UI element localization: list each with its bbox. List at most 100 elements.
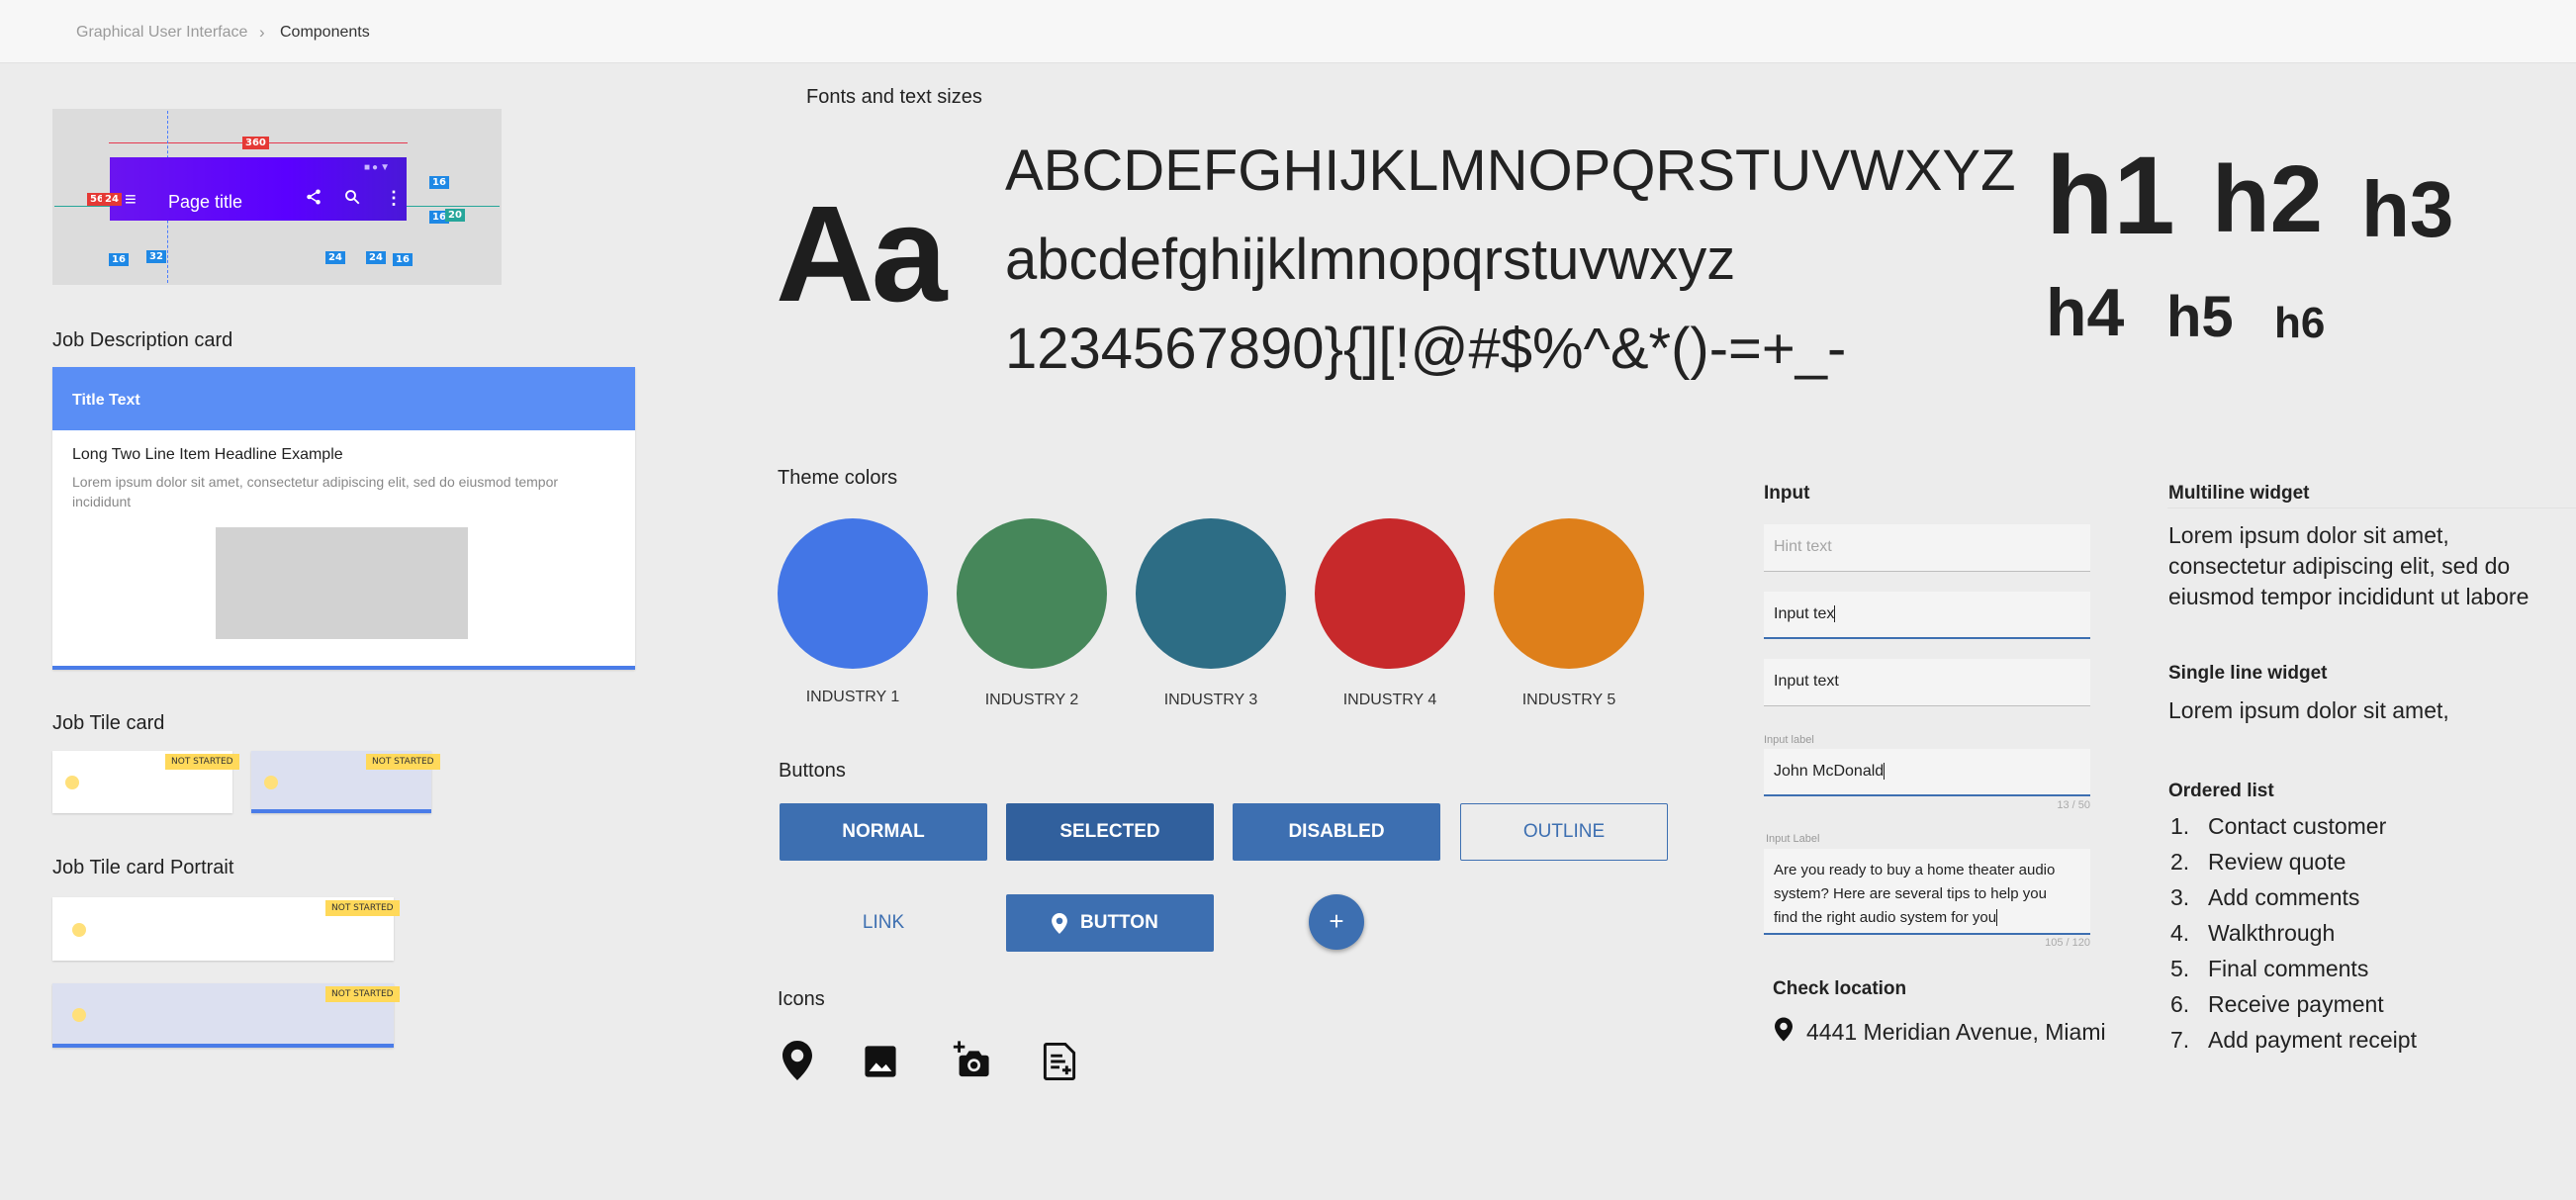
multiline-widget-line-2: consectetur adipiscing elit, sed do [2168, 553, 2511, 579]
spacing-16-tag: 16 [109, 253, 129, 266]
location-pin-icon [782, 1041, 812, 1080]
h3-sample: h3 [2361, 165, 2454, 253]
active-input-field[interactable]: Input tex [1764, 592, 2090, 639]
uppercase-sample: ABCDEFGHIJKLMNOPQRSTUVWXYZ [1005, 138, 2016, 203]
h4-sample: h4 [2046, 275, 2125, 350]
name-input-field[interactable]: John McDonald [1764, 749, 2090, 796]
industry-1-swatch [778, 518, 928, 669]
location-pin-icon [1052, 913, 1067, 934]
search-icon[interactable] [343, 188, 361, 211]
icon-button[interactable]: BUTTON [1006, 894, 1214, 952]
list-item: 1. Contact customer [2170, 813, 2387, 839]
theme-colors-heading: Theme colors [778, 467, 898, 489]
normal-button[interactable]: NORMAL [780, 803, 987, 861]
app-bar-title: Page title [168, 192, 243, 212]
spacing-32-tag: 32 [146, 250, 166, 263]
add-fab[interactable]: + [1309, 894, 1364, 950]
multiline-widget-text: Lorem ipsum dolor sit amet, consectetur … [2168, 520, 2529, 612]
check-location-heading: Check location [1773, 978, 1907, 999]
menu-icon[interactable]: ≡ [125, 189, 137, 212]
location-pin-icon [1775, 1017, 1793, 1042]
height-24-tag: 24 [102, 193, 122, 206]
location-address[interactable]: 4441 Meridian Avenue, Miami [1806, 1019, 2106, 1046]
width-tag: 360 [242, 137, 269, 149]
card-image-placeholder [216, 527, 468, 639]
list-item: 3. Add comments [2170, 884, 2360, 910]
ordered-list-heading: Ordered list [2168, 781, 2274, 801]
status-icons: ■●▼ [364, 162, 392, 173]
right-16a-tag: 16 [429, 176, 449, 189]
list-item: 4. Walkthrough [2170, 920, 2336, 946]
status-badge: NOT STARTED [325, 900, 400, 916]
job-tile-heading: Job Tile card [52, 712, 165, 734]
outline-button[interactable]: OUTLINE [1460, 803, 1668, 861]
multiline-input-field[interactable]: Are you ready to buy a home theater audi… [1764, 849, 2090, 935]
status-badge: NOT STARTED [325, 986, 400, 1002]
industry-5-swatch [1494, 518, 1644, 669]
card-body-text: Lorem ipsum dolor sit amet, consectetur … [72, 474, 559, 509]
note-add-icon [1043, 1043, 1076, 1080]
h2-sample: h2 [2212, 146, 2324, 252]
more-vert-icon[interactable]: ⋮ [385, 188, 403, 209]
multiline-line-1: Are you ready to buy a home theater audi… [1774, 862, 2056, 878]
multiline-widget-line-3: eiusmod tempor incididunt ut labore [2168, 584, 2530, 609]
card-title-text: Title Text [72, 392, 140, 409]
single-line-widget-text: Lorem ipsum dolor sit amet, [2168, 697, 2449, 723]
job-description-heading: Job Description card [52, 329, 233, 351]
active-input-value: Input tex [1774, 605, 1835, 622]
job-tile-portrait-heading: Job Tile card Portrait [52, 857, 234, 878]
icon-button-label: BUTTON [1080, 912, 1158, 933]
breadcrumb-current: Components [280, 24, 370, 41]
list-item: 2. Review quote [2170, 849, 2346, 875]
multiline-line-2: system? Here are several tips to help yo… [1774, 885, 2047, 902]
lowercase-sample: abcdefghijklmnopqrstuvwxyz [1005, 228, 1736, 292]
fonts-heading: Fonts and text sizes [806, 86, 982, 108]
status-dot [264, 776, 278, 789]
industry-2-label: INDUSTRY 2 [984, 692, 1079, 708]
hint-text-field[interactable]: Hint text [1764, 524, 2090, 572]
text-cursor [1834, 605, 1836, 622]
image-icon [865, 1046, 896, 1077]
h1-sample: h1 [2046, 134, 2175, 257]
industry-1-label: INDUSTRY 1 [805, 689, 900, 705]
industry-5-label: INDUSTRY 5 [1521, 692, 1616, 708]
status-badge: NOT STARTED [366, 754, 440, 770]
multiline-line-3: find the right audio system for you [1774, 909, 1997, 926]
industry-3-label: INDUSTRY 3 [1163, 692, 1258, 708]
name-char-counter: 13 / 50 [2057, 799, 2090, 811]
single-line-widget-heading: Single line widget [2168, 663, 2328, 684]
status-dot [72, 1008, 86, 1022]
link-button[interactable]: LINK [780, 894, 987, 952]
add-photo-icon [953, 1041, 989, 1077]
text-cursor [1884, 763, 1886, 780]
multiline-widget-heading: Multiline widget [2168, 483, 2310, 504]
multiline-char-counter: 105 / 120 [2045, 937, 2090, 949]
industry-3-swatch [1136, 518, 1286, 669]
top-bar [0, 0, 2576, 63]
symbols-sample: 1234567890}{][!@#$%^&*()-=+_- [1005, 317, 1847, 381]
input-heading: Input [1764, 483, 1810, 504]
multiline-widget-line-1: Lorem ipsum dolor sit amet, [2168, 522, 2449, 548]
breadcrumb-parent[interactable]: Graphical User Interface [76, 24, 247, 42]
card-headline: Long Two Line Item Headline Example [72, 446, 343, 463]
selected-button[interactable]: SELECTED [1006, 803, 1214, 861]
industry-4-swatch [1315, 518, 1465, 669]
disabled-button[interactable]: DISABLED [1233, 803, 1440, 861]
h5-sample: h5 [2166, 285, 2234, 349]
list-item: 5. Final comments [2170, 956, 2369, 981]
icons-heading: Icons [778, 988, 825, 1010]
h6-sample: h6 [2274, 299, 2326, 347]
multiline-input-label: Input Label [1766, 833, 1820, 845]
industry-2-swatch [957, 518, 1107, 669]
status-dot [65, 776, 79, 789]
industry-4-label: INDUSTRY 4 [1342, 692, 1437, 708]
name-input-value: John McDonald [1774, 763, 1885, 780]
spacing-24b-tag: 24 [366, 251, 386, 264]
list-item: 6. Receive payment [2170, 991, 2384, 1017]
input-text-field[interactable]: Input text [1764, 659, 2090, 706]
status-dot [72, 923, 86, 937]
input-label: Input label [1764, 734, 1814, 746]
right-20-tag: 20 [445, 209, 465, 222]
share-icon[interactable] [305, 188, 322, 211]
text-cursor [1996, 909, 1998, 926]
